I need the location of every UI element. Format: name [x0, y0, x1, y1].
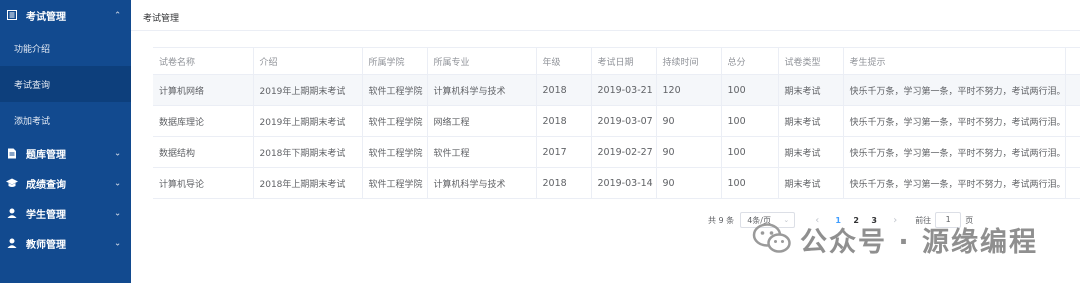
watermark: 公众号 · 源缘编程	[752, 220, 1038, 259]
cell-major: 软件工程	[427, 136, 537, 168]
cell-major: 计算机科学与技术	[427, 74, 537, 106]
menu-label: 学生管理	[26, 209, 66, 221]
cell-paper-type: 期末考试	[778, 136, 844, 168]
cell-intro: 2019年上期期末考试	[253, 105, 363, 137]
cell-total-score: 100	[721, 74, 779, 106]
menu-label: 题库管理	[26, 149, 66, 161]
submenu-item-exam-query[interactable]: 考试查询	[0, 66, 131, 102]
cell-grade: 2018	[536, 74, 592, 106]
document-icon	[6, 147, 18, 159]
table-row[interactable]: 数据库理论 2019年上期期末考试 软件工程学院 网络工程 2018 2019-…	[153, 105, 1080, 137]
cell-exam-date: 2019-02-27	[591, 136, 657, 168]
exam-table: 试卷名称 介绍 所属学院 所属专业 年级 考试日期 持续时间 总分 试卷类型 考…	[153, 47, 1080, 199]
cell-tips: 快乐千万条，学习第一条，平时不努力，考试两行泪。	[843, 105, 1066, 137]
list-icon	[6, 9, 18, 21]
column-header-exam-date: 考试日期	[591, 47, 657, 75]
cell-grade: 2018	[536, 167, 592, 199]
cell-paper-type: 期末考试	[778, 74, 844, 106]
menu-label: 成绩查询	[26, 179, 66, 191]
menu-student-management[interactable]: 学生管理 ⌄	[0, 198, 131, 228]
cell-major: 计算机科学与技术	[427, 167, 537, 199]
table-row[interactable]: 数据结构 2018年下期期末考试 软件工程学院 软件工程 2017 2019-0…	[153, 136, 1080, 168]
watermark-text: 公众号 · 源缘编程	[800, 227, 1039, 258]
user-icon	[6, 207, 18, 219]
cell-total-score: 100	[721, 136, 779, 168]
graduation-cap-icon	[6, 177, 18, 189]
wechat-icon	[752, 222, 792, 258]
column-header-intro: 介绍	[253, 47, 363, 75]
table-row[interactable]: 计算机导论 2018年上期期末考试 软件工程学院 计算机科学与技术 2018 2…	[153, 167, 1080, 199]
column-header-tips: 考生提示	[843, 47, 1066, 75]
menu-label: 考试管理	[26, 11, 66, 23]
user-icon	[6, 237, 18, 249]
cell-total-score: 100	[721, 105, 779, 137]
menu-exam-management[interactable]: 考试管理 ⌃	[0, 0, 131, 30]
cell-college: 软件工程学院	[362, 136, 428, 168]
column-header-paper-type: 试卷类型	[778, 47, 844, 75]
cell-tips: 快乐千万条，学习第一条，平时不努力，考试两行泪。	[843, 167, 1066, 199]
cell-college: 软件工程学院	[362, 105, 428, 137]
column-header-college: 所属学院	[362, 47, 428, 75]
menu-question-bank[interactable]: 题库管理 ⌄	[0, 138, 131, 168]
cell-grade: 2017	[536, 136, 592, 168]
cell-college: 软件工程学院	[362, 167, 428, 199]
column-header-grade: 年级	[536, 47, 592, 75]
cell-duration: 90	[656, 167, 722, 199]
cell-college: 软件工程学院	[362, 74, 428, 106]
cell-duration: 120	[656, 74, 722, 106]
submenu-item-add-exam[interactable]: 添加考试	[0, 102, 131, 138]
exam-submenu: 功能介绍 考试查询 添加考试	[0, 30, 131, 138]
chevron-down-icon: ⌄	[114, 178, 121, 188]
chevron-down-icon: ⌄	[114, 238, 121, 248]
header-divider	[131, 30, 1080, 31]
cell-exam-date: 2019-03-21	[591, 74, 657, 106]
column-header-paper-name: 试卷名称	[153, 47, 254, 75]
cell-extra	[1065, 136, 1080, 168]
cell-exam-date: 2019-03-14	[591, 167, 657, 199]
cell-extra	[1065, 167, 1080, 199]
chevron-up-icon: ⌃	[114, 10, 121, 20]
sidebar: 考试管理 ⌃ 功能介绍 考试查询 添加考试 题库管理 ⌄ 成绩查询 ⌄ 学生管理…	[0, 0, 131, 283]
chevron-down-icon: ⌄	[114, 148, 121, 158]
cell-intro: 2019年上期期末考试	[253, 74, 363, 106]
cell-paper-name: 数据库理论	[153, 105, 254, 137]
cell-extra	[1065, 105, 1080, 137]
cell-paper-name: 计算机导论	[153, 167, 254, 199]
cell-tips: 快乐千万条，学习第一条，平时不努力，考试两行泪。	[843, 136, 1066, 168]
submenu-item-intro[interactable]: 功能介绍	[0, 30, 131, 66]
chevron-down-icon: ⌄	[114, 208, 121, 218]
menu-score-query[interactable]: 成绩查询 ⌄	[0, 168, 131, 198]
column-header-major: 所属专业	[427, 47, 537, 75]
cell-exam-date: 2019-03-07	[591, 105, 657, 137]
cell-duration: 90	[656, 105, 722, 137]
cell-tips: 快乐千万条，学习第一条，平时不努力，考试两行泪。	[843, 74, 1066, 106]
table-header-row: 试卷名称 介绍 所属学院 所属专业 年级 考试日期 持续时间 总分 试卷类型 考…	[153, 47, 1080, 75]
column-header-total-score: 总分	[721, 47, 779, 75]
cell-paper-name: 计算机网络	[153, 74, 254, 106]
column-header-duration: 持续时间	[656, 47, 722, 75]
breadcrumb: 考试管理	[143, 14, 180, 24]
column-header-extra	[1065, 47, 1080, 75]
cell-paper-name: 数据结构	[153, 136, 254, 168]
cell-intro: 2018年下期期末考试	[253, 136, 363, 168]
cell-extra	[1065, 74, 1080, 106]
cell-duration: 90	[656, 136, 722, 168]
cell-intro: 2018年上期期末考试	[253, 167, 363, 199]
menu-label: 教师管理	[26, 239, 66, 251]
menu-teacher-management[interactable]: 教师管理 ⌄	[0, 228, 131, 258]
cell-major: 网络工程	[427, 105, 537, 137]
cell-paper-type: 期末考试	[778, 167, 844, 199]
cell-total-score: 100	[721, 167, 779, 199]
cell-paper-type: 期末考试	[778, 105, 844, 137]
table-row[interactable]: 计算机网络 2019年上期期末考试 软件工程学院 计算机科学与技术 2018 2…	[153, 74, 1080, 106]
cell-grade: 2018	[536, 105, 592, 137]
pagination-total: 共 9 条	[708, 215, 735, 225]
